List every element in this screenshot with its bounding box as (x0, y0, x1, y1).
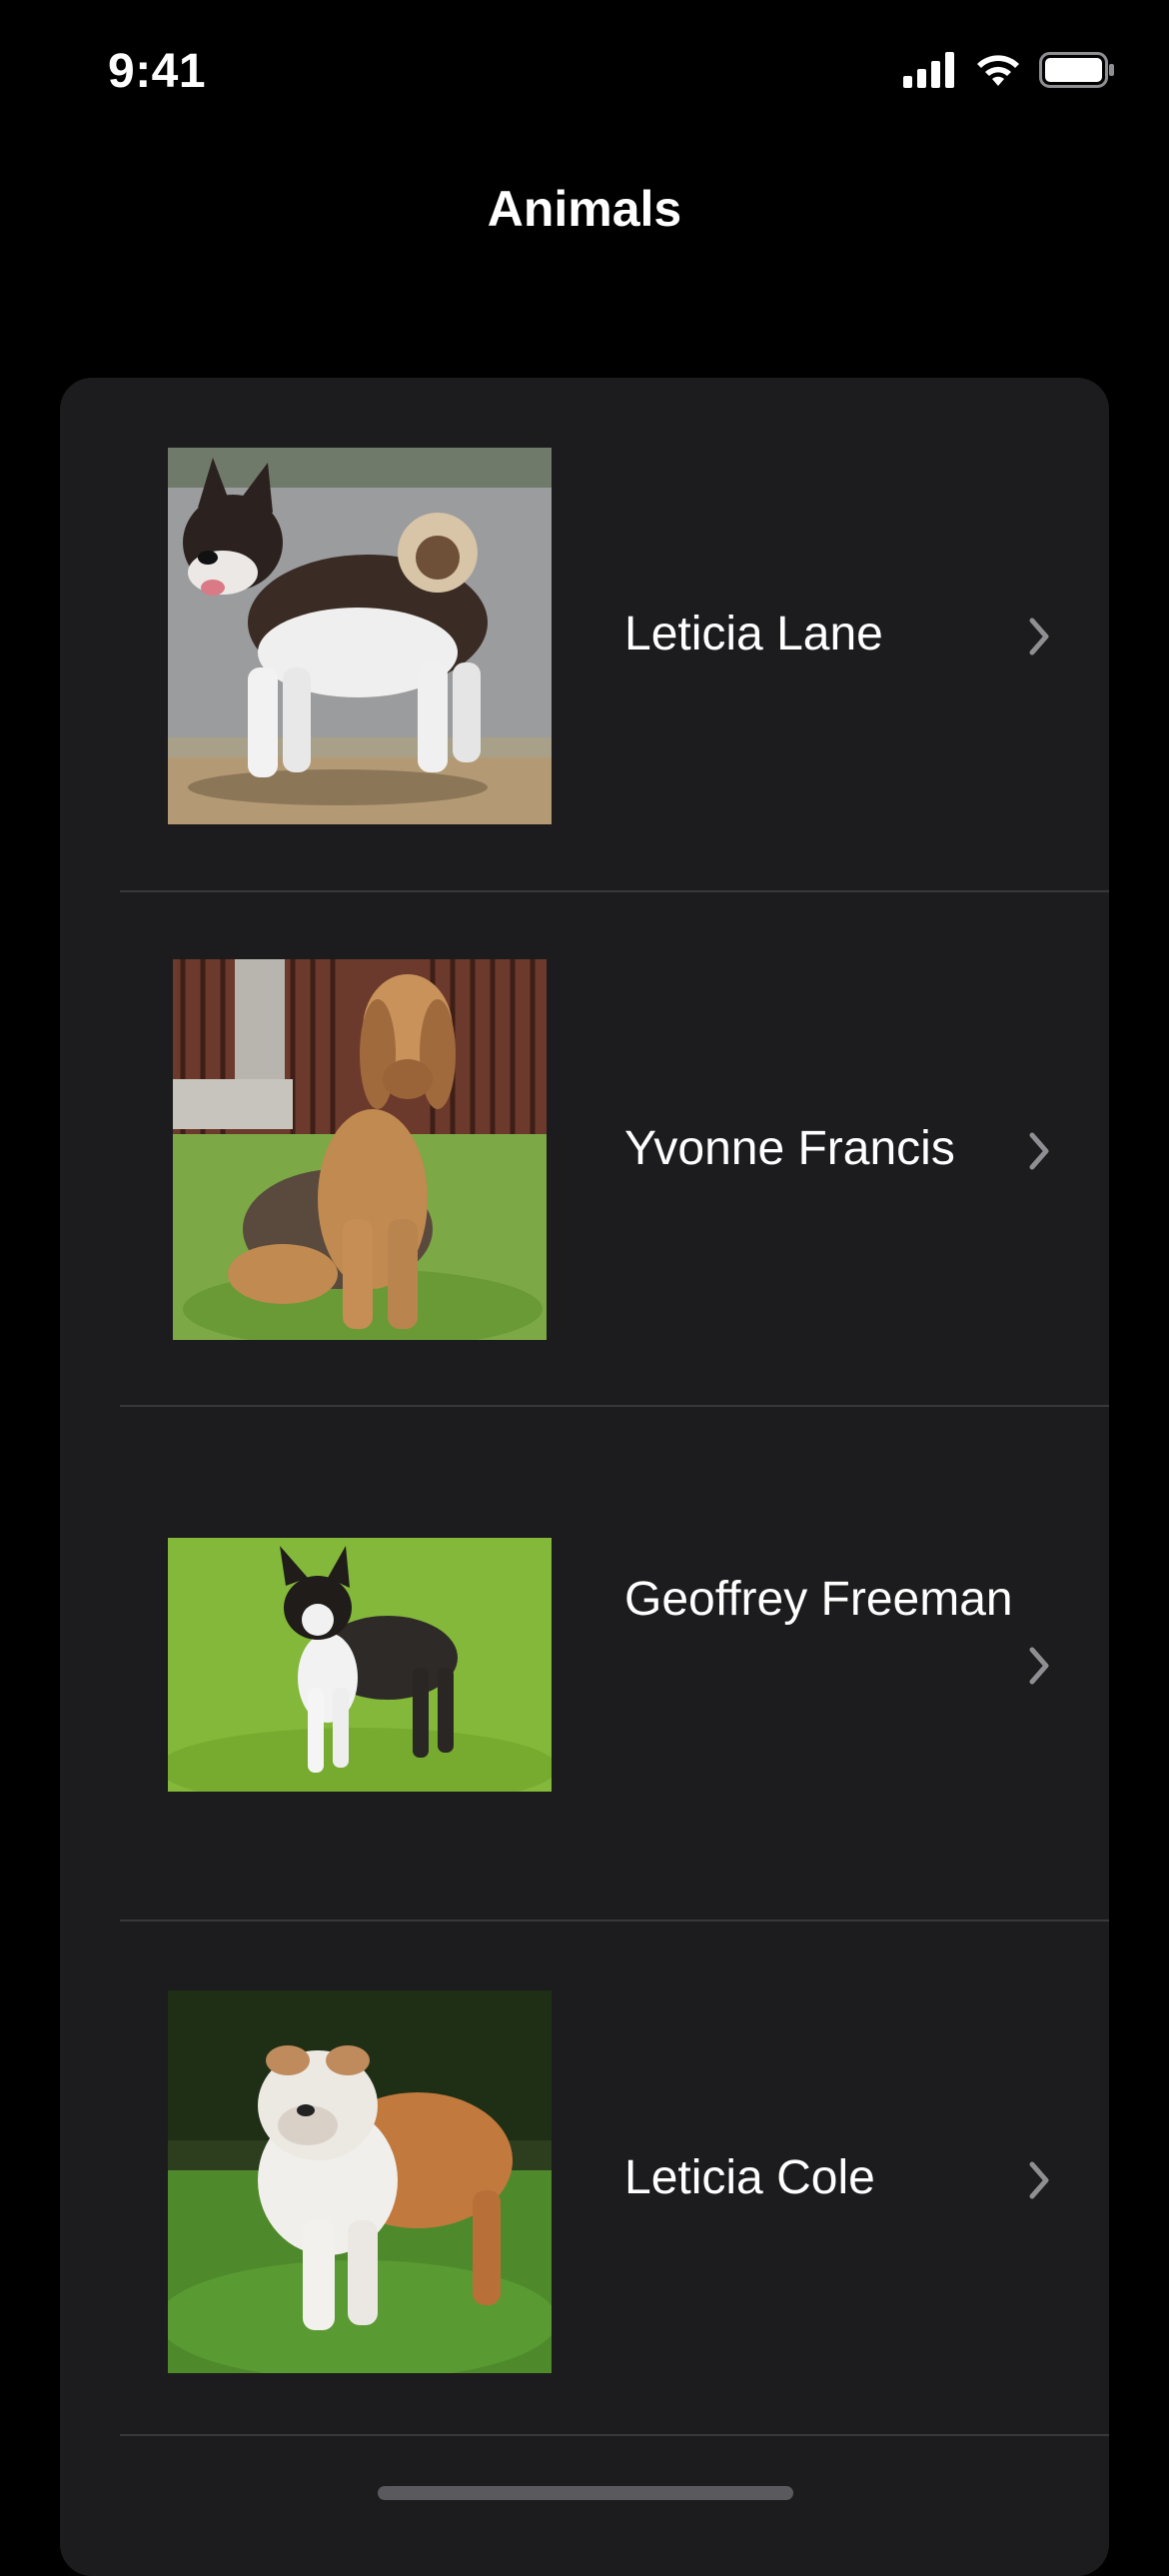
boston-terrier-dog-photo (168, 1538, 552, 1792)
bulldog-dog-photo (168, 1990, 552, 2373)
page-title: Animals (487, 181, 682, 237)
home-indicator[interactable] (378, 2486, 793, 2500)
chevron-right-icon (1029, 618, 1049, 655)
cellular-signal-icon (903, 52, 954, 88)
list-item-label: Geoffrey Freeman (624, 1573, 1013, 1626)
wifi-icon (977, 55, 1019, 86)
list-item-label: Leticia Cole (624, 2151, 875, 2204)
row-separator (120, 2434, 1109, 2436)
battery-icon (1039, 52, 1114, 88)
akita-dog-photo (168, 448, 552, 824)
chevron-right-icon (1029, 2161, 1049, 2199)
list-item[interactable]: Leticia Cole (60, 1922, 1109, 2436)
list-item[interactable]: Yvonne Francis (60, 892, 1109, 1407)
chevron-right-icon (1029, 1132, 1049, 1170)
bloodhound-dog-photo (173, 959, 547, 1340)
status-bar: 9:41 (0, 0, 1169, 150)
status-time: 9:41 (108, 45, 207, 98)
list-item-label: Leticia Lane (624, 608, 883, 660)
animals-list: Leticia Lane Yvonne Francis Geoffrey Fre… (60, 378, 1109, 2576)
status-icons (903, 52, 1115, 88)
list-item[interactable]: Geoffrey Freeman (60, 1407, 1109, 1922)
list-item-label: Yvonne Francis (624, 1122, 955, 1175)
chevron-right-icon (1029, 1647, 1049, 1685)
list-item[interactable]: Leticia Lane (60, 378, 1109, 892)
